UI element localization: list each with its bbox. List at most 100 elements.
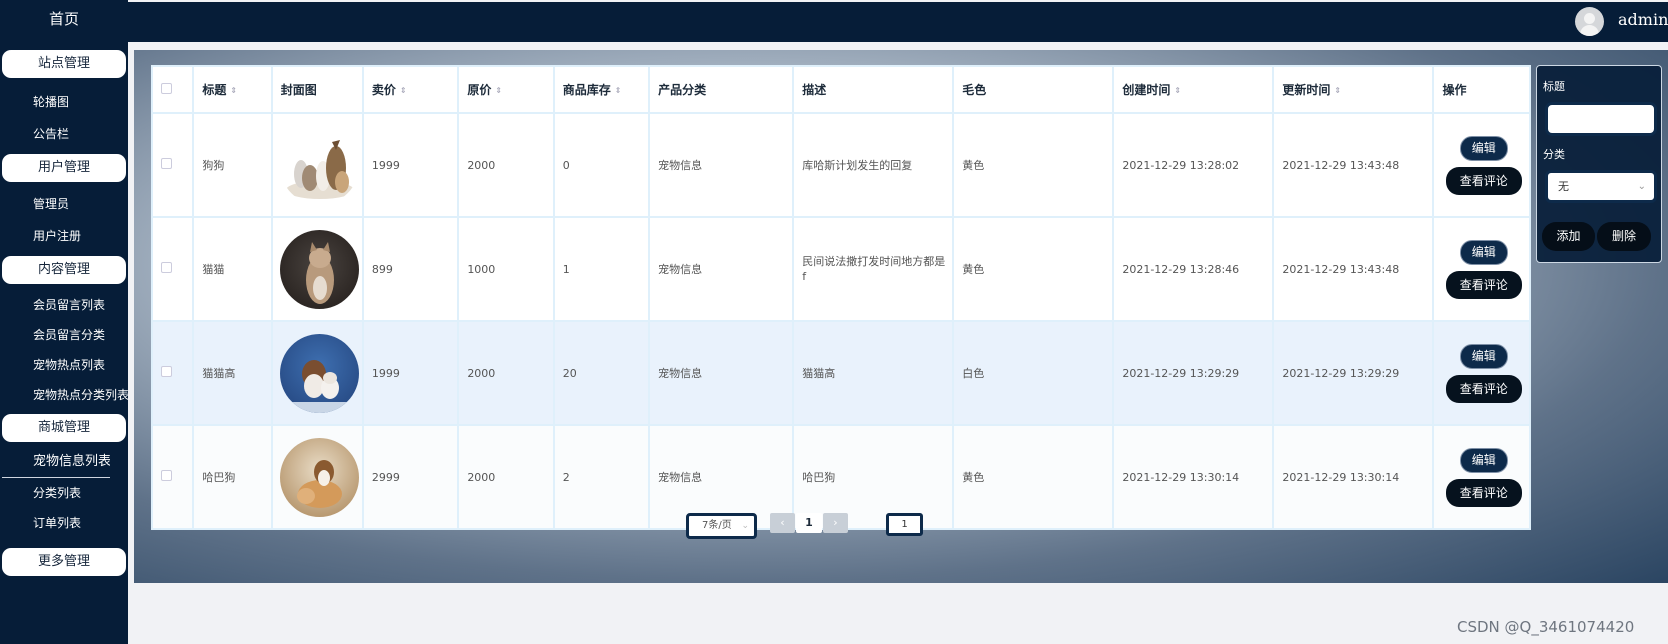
- cell-title: 哈巴狗: [192, 424, 273, 530]
- sidebar-item-user-register[interactable]: 用户注册: [0, 220, 128, 252]
- sidebar-item-pet-hotspot-categories[interactable]: 宠物热点分类列表: [0, 380, 128, 410]
- sort-caret-icon[interactable]: ⇕: [1174, 86, 1181, 95]
- table-row: 猫猫高 1999 2000 20 宠物信息 猫猫高 白色 2021-12-29 …: [150, 320, 1531, 426]
- edit-button[interactable]: 编辑: [1459, 447, 1508, 473]
- cell-actions: 编辑 查看评论: [1432, 112, 1531, 218]
- current-page[interactable]: 1: [796, 513, 822, 533]
- username[interactable]: admin: [1618, 10, 1668, 29]
- col-stock[interactable]: 商品库存 ⇕: [552, 65, 651, 114]
- row-checkbox[interactable]: [161, 366, 172, 377]
- group-content-management[interactable]: 内容管理: [2, 256, 126, 284]
- sidebar-item-carousel[interactable]: 轮播图: [0, 86, 128, 118]
- view-comments-button[interactable]: 查看评论: [1445, 166, 1522, 195]
- cover-image: [279, 229, 359, 309]
- cell-fur-color: 黄色: [952, 216, 1115, 322]
- sidebar-item-message-categories[interactable]: 会员留言分类: [0, 320, 128, 350]
- cell-stock: 1: [552, 216, 651, 322]
- sort-caret-icon[interactable]: ⇕: [615, 86, 622, 95]
- cell-updated: 2021-12-29 13:43:48: [1272, 216, 1435, 322]
- cell-category: 宠物信息: [648, 216, 795, 322]
- sidebar-item-member-messages[interactable]: 会员留言列表: [0, 290, 128, 320]
- view-comments-button[interactable]: 查看评论: [1445, 270, 1522, 299]
- col-description-label: 描述: [802, 83, 827, 97]
- cell-stock: 20: [552, 320, 651, 426]
- page-size-value: 7条/页: [702, 520, 732, 531]
- page-size-select[interactable]: 7条/页 ⌄: [686, 513, 757, 539]
- title-filter-label: 标题: [1543, 80, 1565, 93]
- group-user-management[interactable]: 用户管理: [2, 154, 126, 182]
- cell-actions: 编辑 查看评论: [1432, 320, 1531, 426]
- cell-price: 899: [361, 216, 460, 322]
- edit-button[interactable]: 编辑: [1459, 135, 1508, 161]
- sidebar-item-order-list[interactable]: 订单列表: [0, 508, 128, 538]
- col-price[interactable]: 卖价 ⇕: [361, 65, 460, 114]
- category-filter-select[interactable]: 无 ⌄: [1545, 170, 1657, 203]
- cell-description: 猫猫高: [792, 320, 955, 426]
- col-created[interactable]: 创建时间 ⇕: [1112, 65, 1275, 114]
- table-row: 猫猫 899 1000 1 宠物信息 民间说法撒打发时间地方都是f 黄色 202…: [150, 216, 1531, 322]
- table-row: 狗狗 1999 2000 0 宠物信息 库哈斯计划发生的回复 黄色 2021-1…: [150, 112, 1531, 218]
- table-header-row: 标题 ⇕ 封面图 卖价 ⇕ 原价 ⇕ 商品库存 ⇕ 产品分类 描述 毛色 创建时间 ⇕ 更…: [150, 65, 1531, 114]
- sort-caret-icon[interactable]: ⇕: [400, 86, 407, 95]
- row-select-cell: [150, 112, 195, 218]
- next-page-button[interactable]: ›: [823, 513, 848, 533]
- group-shop-management[interactable]: 商城管理: [2, 414, 126, 442]
- col-original-price[interactable]: 原价 ⇕: [457, 65, 555, 114]
- cell-cover: [270, 424, 364, 530]
- edit-button[interactable]: 编辑: [1459, 343, 1508, 369]
- col-stock-label: 商品库存: [562, 83, 611, 97]
- col-updated[interactable]: 更新时间 ⇕: [1272, 65, 1435, 114]
- col-updated-label: 更新时间: [1282, 83, 1331, 97]
- select-all-checkbox[interactable]: [161, 82, 172, 94]
- cell-price: 1999: [361, 320, 460, 426]
- view-comments-button[interactable]: 查看评论: [1445, 478, 1522, 507]
- group-more-management[interactable]: 更多管理: [2, 548, 126, 576]
- col-fur-color-label: 毛色: [962, 83, 987, 97]
- sidebar-item-admin[interactable]: 管理员: [0, 188, 128, 220]
- cell-cover: [270, 216, 364, 322]
- row-checkbox[interactable]: [161, 158, 172, 169]
- cell-created: 2021-12-29 13:28:46: [1112, 216, 1275, 322]
- cell-created: 2021-12-29 13:29:29: [1112, 320, 1275, 426]
- cell-updated: 2021-12-29 13:29:29: [1272, 320, 1435, 426]
- sidebar: 首页 站点管理 轮播图 公告栏 用户管理 管理员 用户注册 内容管理 会员留言列…: [0, 0, 128, 644]
- sort-caret-icon[interactable]: ⇕: [495, 86, 502, 95]
- cell-title: 狗狗: [192, 112, 273, 218]
- col-cover: 封面图: [270, 65, 364, 114]
- col-title-label: 标题: [202, 83, 227, 97]
- title-filter-input[interactable]: [1545, 102, 1657, 136]
- row-select-cell: [150, 424, 195, 530]
- chevron-down-icon: ⌄: [1637, 181, 1646, 192]
- group-site-management[interactable]: 站点管理: [2, 50, 126, 78]
- sidebar-item-notice[interactable]: 公告栏: [0, 118, 128, 150]
- cell-title: 猫猫高: [192, 320, 273, 426]
- sidebar-item-pet-info-list[interactable]: 宠物信息列表: [2, 446, 110, 478]
- sort-caret-icon[interactable]: ⇕: [1334, 86, 1341, 95]
- cell-title: 猫猫: [192, 216, 273, 322]
- add-button[interactable]: 添加: [1542, 222, 1595, 251]
- col-fur-color: 毛色: [952, 65, 1115, 114]
- cell-description: 库哈斯计划发生的回复: [792, 112, 955, 218]
- edit-button[interactable]: 编辑: [1459, 239, 1508, 265]
- sort-caret-icon[interactable]: ⇕: [230, 86, 237, 95]
- cover-image: [279, 125, 359, 205]
- filter-panel: 标题 分类 无 ⌄ 添加 删除: [1536, 65, 1662, 263]
- cell-description: 民间说法撒打发时间地方都是f: [792, 216, 955, 322]
- cover-image: [279, 437, 359, 517]
- view-comments-button[interactable]: 查看评论: [1445, 374, 1522, 403]
- user-avatar-icon[interactable]: [1575, 7, 1604, 36]
- sidebar-item-category-list[interactable]: 分类列表: [0, 478, 128, 508]
- col-title[interactable]: 标题 ⇕: [192, 65, 273, 114]
- row-checkbox[interactable]: [161, 262, 172, 273]
- prev-page-button[interactable]: ‹: [770, 513, 795, 533]
- delete-button[interactable]: 删除: [1597, 222, 1651, 251]
- page-jump-input[interactable]: 1: [886, 513, 923, 536]
- sidebar-home[interactable]: 首页: [0, 0, 128, 40]
- cell-original-price: 2000: [457, 320, 555, 426]
- sidebar-item-pet-hotspots[interactable]: 宠物热点列表: [0, 350, 128, 380]
- col-actions-label: 操作: [1442, 83, 1467, 97]
- cell-price: 2999: [361, 424, 460, 530]
- cell-actions: 编辑 查看评论: [1432, 216, 1531, 322]
- row-checkbox[interactable]: [161, 470, 172, 481]
- cell-original-price: 1000: [457, 216, 555, 322]
